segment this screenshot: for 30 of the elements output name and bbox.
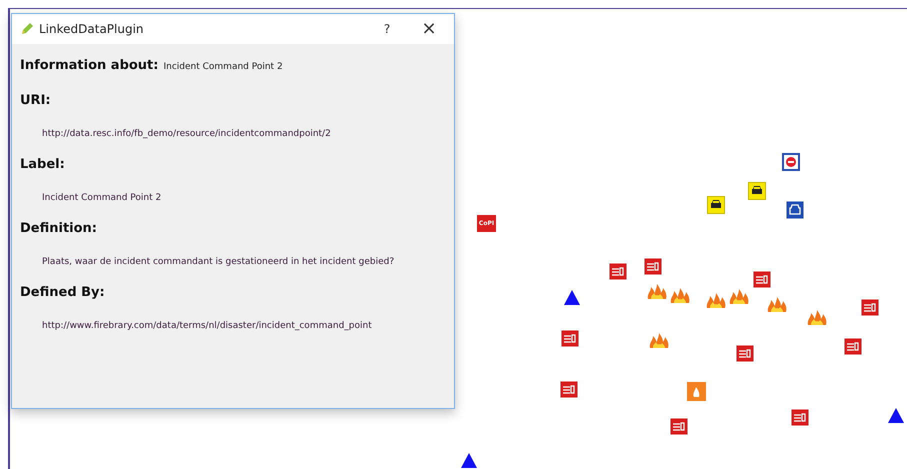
car-icon (707, 196, 725, 214)
fire-truck-icon (736, 345, 754, 362)
field-label: URI: (20, 93, 52, 109)
field-label: Definition: (20, 221, 98, 237)
fire-truck-icon (609, 263, 627, 280)
field-value: Incident Command Point 2 (42, 192, 162, 204)
field-value: http://data.resc.info/fb_demo/resource/incidentcommandpoint/2 (42, 128, 332, 140)
fire-truck-icon (753, 271, 771, 288)
close-button[interactable]: × (418, 20, 440, 38)
fire-truck-icon (791, 409, 809, 426)
triangle-icon (563, 289, 581, 306)
fire-truck-icon (644, 258, 662, 275)
help-button[interactable]: ? (376, 20, 398, 38)
field-value: http://www.firebrary.com/data/terms/nl/disaster/incident_command_point (42, 320, 373, 332)
pencil-icon (20, 22, 34, 36)
triangle-icon (887, 407, 905, 424)
fire-truck-icon (561, 330, 579, 347)
field-label: Defined By: (20, 285, 106, 301)
field-value: Plaats, waar de incident commandant is gestationeerd in het incident gebied? (42, 256, 396, 268)
info-value: Incident Command Point 2 (163, 61, 283, 74)
car-icon (748, 182, 766, 200)
fire-truck-icon (670, 418, 688, 435)
fire-truck-icon (844, 338, 862, 355)
info-heading: Information about: (20, 57, 158, 75)
window-title: LinkedDataPlugin (39, 21, 144, 38)
field-label: Label: (20, 157, 66, 173)
no-entry-icon (782, 153, 800, 171)
triangle-icon (460, 452, 478, 469)
fire-truck-icon (560, 381, 578, 398)
fire-truck-icon (861, 299, 879, 316)
